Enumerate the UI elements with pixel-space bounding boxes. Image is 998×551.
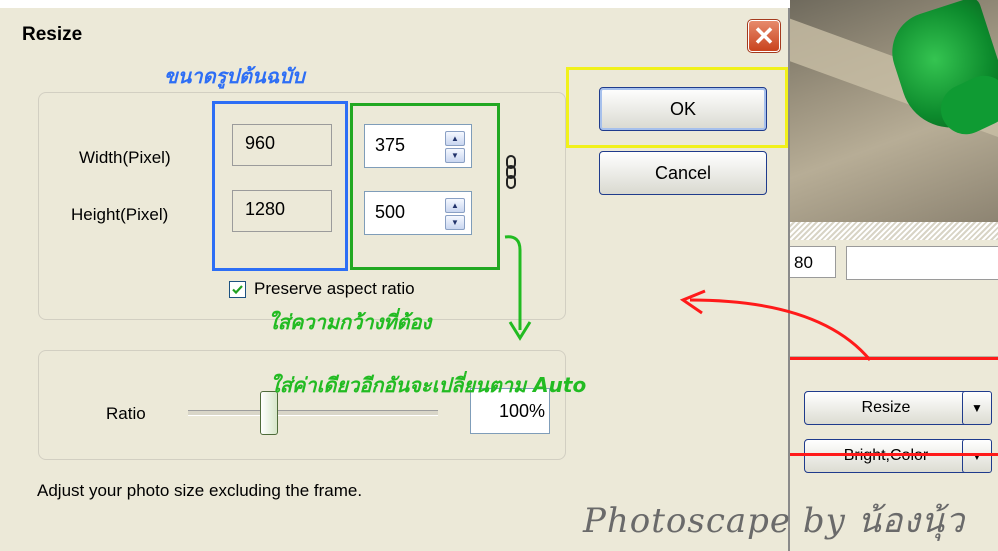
photo-preview <box>790 0 998 222</box>
preserve-aspect-label[interactable]: Preserve aspect ratio <box>254 279 415 299</box>
close-button[interactable]: ✕ <box>747 19 781 53</box>
footer-hint: Adjust your photo size excluding the fra… <box>37 481 363 500</box>
chain-link-icon[interactable] <box>503 155 519 189</box>
annotation-blue-box <box>212 101 348 271</box>
background-text-field[interactable] <box>846 246 998 280</box>
annotation-enter-width-note: ใส่ความกว้างที่ต้อง <box>268 310 432 334</box>
annotation-original-size-note: ขนาดรูปต้นฉบับ <box>164 64 305 88</box>
height-label: Height(Pixel) <box>71 205 169 224</box>
watermark-text: Photoscape by น้องนุ้ว <box>583 501 966 541</box>
ratio-label: Ratio <box>106 404 146 423</box>
close-icon: ✕ <box>753 21 775 51</box>
ratio-slider-track[interactable] <box>188 410 438 416</box>
background-size-field[interactable]: 80 <box>790 246 836 278</box>
annotation-auto-note: ใส่ค่าเดียวอีกอันจะเปลี่ยนตาม Auto <box>270 373 587 397</box>
checkmark-icon <box>232 285 243 295</box>
hatched-divider <box>790 222 998 240</box>
annotation-green-box <box>350 103 500 270</box>
preserve-aspect-checkbox[interactable] <box>229 281 246 298</box>
dialog-title: Resize <box>22 24 83 45</box>
annotation-yellow-box <box>566 67 788 148</box>
width-label: Width(Pixel) <box>79 148 171 167</box>
dialog-titlebar[interactable]: Resize ✕ <box>0 8 788 58</box>
background-app-panel: 80 Resize ▼ Bright,Color ▼ <box>790 0 998 551</box>
annotation-red-highlight <box>786 357 998 456</box>
cancel-button[interactable]: Cancel <box>599 151 767 195</box>
